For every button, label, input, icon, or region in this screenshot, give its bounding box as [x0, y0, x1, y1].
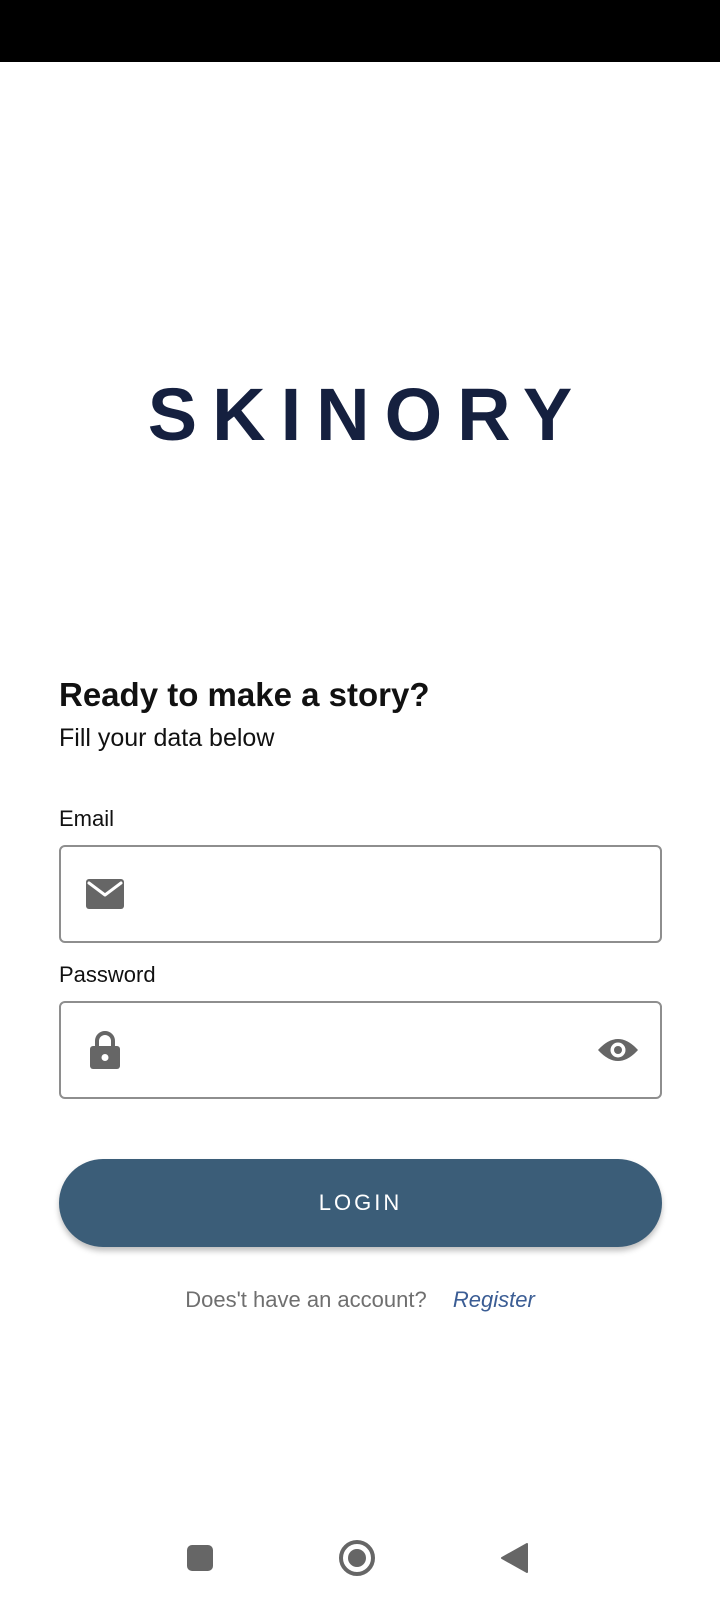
home-circle-icon[interactable]	[335, 1536, 379, 1580]
email-label: Email	[59, 806, 115, 831]
register-question-text: Does't have an account?	[185, 1287, 427, 1312]
page-subtitle: Fill your data below	[59, 724, 275, 752]
mail-icon	[85, 876, 125, 912]
password-label: Password	[59, 962, 156, 987]
password-field-container[interactable]	[59, 1001, 662, 1099]
email-field[interactable]	[143, 867, 583, 921]
page-title: Ready to make a story?	[59, 676, 430, 713]
login-screen: SKINORY Ready to make a story? Fill your…	[0, 0, 720, 1600]
back-triangle-icon[interactable]	[492, 1536, 536, 1580]
email-field-container[interactable]	[59, 845, 662, 943]
password-field[interactable]	[143, 1023, 583, 1077]
system-navigation-bar	[0, 1520, 720, 1590]
register-prompt: Does't have an account? Register	[0, 1287, 720, 1313]
lock-icon	[85, 1031, 125, 1069]
app-logo: SKINORY	[147, 373, 588, 456]
eye-icon[interactable]	[596, 1032, 640, 1068]
register-link[interactable]: Register	[453, 1287, 535, 1312]
recents-square-icon[interactable]	[178, 1536, 222, 1580]
login-button[interactable]: LOGIN	[59, 1159, 662, 1247]
status-bar	[0, 0, 720, 62]
